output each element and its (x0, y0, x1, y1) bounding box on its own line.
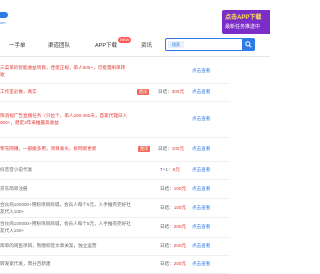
logo-mark-icon (0, 12, 8, 18)
view-details-link[interactable]: 点击查看 (192, 224, 210, 230)
price-label: 日结： (160, 205, 174, 210)
task-title[interactable]: 零充网赚，一部搬多用，项目丢头，拆网新更新 (0, 146, 96, 152)
price-value: 100元 (173, 186, 187, 191)
task-row[interactable]: 零充网赚，一部搬多用，项目丢头，拆网新更新 置顶 日结：100元 点击查看 (0, 137, 230, 162)
right-sidebar (240, 57, 270, 274)
task-row[interactable]: 合伙商100000+用粉项目商城，会员人每个5元，人手推有完好社 友代入100+ 日… (0, 217, 230, 238)
task-title[interactable]: 快消视广告直播任务（只拉个，单人200-400天，首家代理日入 (0, 113, 127, 119)
price-value: 6元 (172, 167, 180, 172)
search-category-select[interactable]: 搜索 (168, 41, 184, 48)
price-label: T+1： (160, 167, 173, 172)
price-label: 日结： (160, 261, 174, 266)
task-title[interactable]: 合伙商100000+用粉项目商城，会员人每个5元，人手推有完好社 (0, 202, 131, 208)
task-row[interactable]: 快消视广告直播任务（只拉个，单人200-400天，首家代理日入 000+，稳定3年… (0, 101, 230, 138)
task-title[interactable]: 收 (0, 72, 5, 78)
view-details-link[interactable]: 点击查看 (192, 68, 210, 74)
view-details-link[interactable]: 点击查看 (192, 186, 210, 192)
price-label: 日结： (160, 243, 174, 248)
view-details-link[interactable]: 点击查看 (192, 261, 210, 267)
logo-subtext: om (0, 20, 6, 25)
task-title[interactable]: 工作室必做，真实 (0, 89, 37, 95)
price-value: 200元 (173, 261, 187, 266)
price-label: 日结： (158, 146, 172, 151)
settlement-price: 日结：300元 (158, 89, 184, 95)
task-title[interactable]: 000+，稳定3年采推最高收益 (0, 120, 59, 126)
price-value: 200元 (173, 224, 187, 229)
price-label: 日结： (158, 89, 172, 94)
nav-item-channel-team[interactable]: 渠道团队 (48, 41, 70, 49)
settlement-price: 日结：200元 (160, 261, 186, 267)
nav-item-news[interactable]: 资讯 (141, 41, 152, 49)
app-download-banner[interactable]: 点击APP下载 最新任务推送中 (222, 10, 270, 34)
settlement-price: 日结：100元 (158, 146, 184, 152)
task-title[interactable]: 京东简单注册 (0, 186, 28, 192)
view-details-link[interactable]: 点击查看 (192, 146, 210, 152)
view-details-link[interactable]: 点击查看 (192, 243, 210, 249)
settlement-price: 日结：100元 (160, 205, 186, 211)
task-row[interactable]: 工作室必做，真实 置顶 日结：300元 点击查看 (0, 83, 230, 102)
task-row[interactable]: 简单的闲鱼项目，熊圈标签文章关案，独立运营 日结：200元 点击查看 (0, 237, 230, 256)
task-title[interactable]: 合伙商100000+用粉项目商城，会员人每个5元，人手推有完好社 (0, 221, 131, 227)
site-logo[interactable]: om (0, 12, 10, 25)
task-title[interactable]: 友代入100+ (0, 228, 24, 234)
view-details-link[interactable]: 点击查看 (192, 116, 210, 122)
nav-item-app-download[interactable]: APP下载 (95, 41, 117, 49)
main-nav: 一手单 渠道团队 APP下载 NEW 资讯 搜索 (0, 36, 270, 57)
promo-subtitle: 最新任务推送中 (225, 24, 261, 30)
price-label: 日结： (160, 224, 174, 229)
task-row[interactable]: 京东简单注册 日结：100元 点击查看 (0, 179, 230, 199)
search-input[interactable] (188, 40, 238, 49)
view-details-link[interactable]: 点击查看 (192, 205, 210, 211)
task-row[interactable]: 三菜单的智能收益项目，佳佬正规，单人500+，可批量刷单转收 点击查看 (0, 59, 230, 84)
price-value: 300元 (171, 89, 185, 94)
search-icon (245, 41, 252, 48)
search-button[interactable] (242, 38, 255, 51)
search-box: 搜索 (165, 38, 255, 51)
task-title[interactable]: 友代入100+ (0, 209, 24, 215)
task-title[interactable]: 转发家代发，周分百新建 (0, 261, 51, 267)
price-value: 100元 (171, 146, 185, 151)
view-details-link[interactable]: 点击查看 (192, 167, 210, 173)
price-value: 100元 (173, 205, 187, 210)
top-header: om 点击APP下载 最新任务推送中 (0, 0, 270, 36)
price-label: 日结： (160, 186, 174, 191)
pinned-tag: 置顶 (137, 89, 149, 95)
promo-title: 点击APP下载 (225, 15, 262, 21)
view-details-link[interactable]: 点击查看 (192, 89, 210, 95)
pinned-tag: 置顶 (138, 146, 150, 152)
settlement-price: 日结：200元 (160, 243, 186, 249)
nav-item-first-hand[interactable]: 一手单 (9, 41, 26, 49)
task-row[interactable]: 合伙商100000+用粉项目商城，会员人每个5元，人手推有完好社 友代入100+ 日… (0, 198, 230, 218)
price-value: 200元 (173, 243, 187, 248)
settlement-price: 日结：200元 (160, 224, 186, 230)
settlement-price: T+1：6元 (160, 167, 180, 173)
task-row[interactable]: 转发家代发，周分百新建 日结：200元 点击查看 (0, 255, 230, 274)
task-title[interactable]: 抖音音小说代发 (0, 167, 32, 173)
task-title[interactable]: 三菜单的智能收益项目，佳佬正规，单人500+，可批量刷单转 (0, 65, 125, 71)
settlement-price: 日结：100元 (160, 186, 186, 192)
task-title[interactable]: 简单的闲鱼项目，熊圈标签文章关案，独立运营 (0, 243, 96, 249)
task-row[interactable]: 抖音音小说代发 T+1：6元 点击查看 (0, 161, 230, 180)
new-badge: NEW (118, 37, 132, 43)
